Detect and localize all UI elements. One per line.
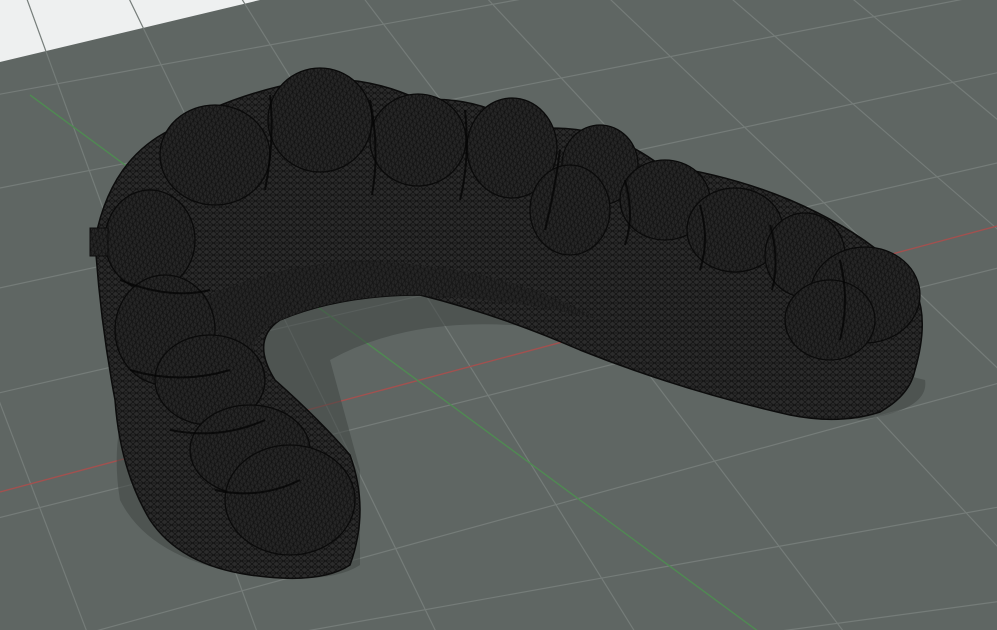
tooth-crown: [267, 67, 373, 173]
tooth-crown: [784, 279, 876, 361]
tooth-crown: [104, 189, 196, 291]
viewport-canvas[interactable]: [0, 0, 997, 630]
tooth-crown: [224, 444, 356, 556]
tooth-crown: [369, 93, 467, 187]
tooth-crown: [159, 104, 271, 206]
3d-viewport[interactable]: [0, 0, 997, 630]
tooth-crown: [529, 164, 611, 256]
mesh-attachment: [89, 227, 109, 257]
